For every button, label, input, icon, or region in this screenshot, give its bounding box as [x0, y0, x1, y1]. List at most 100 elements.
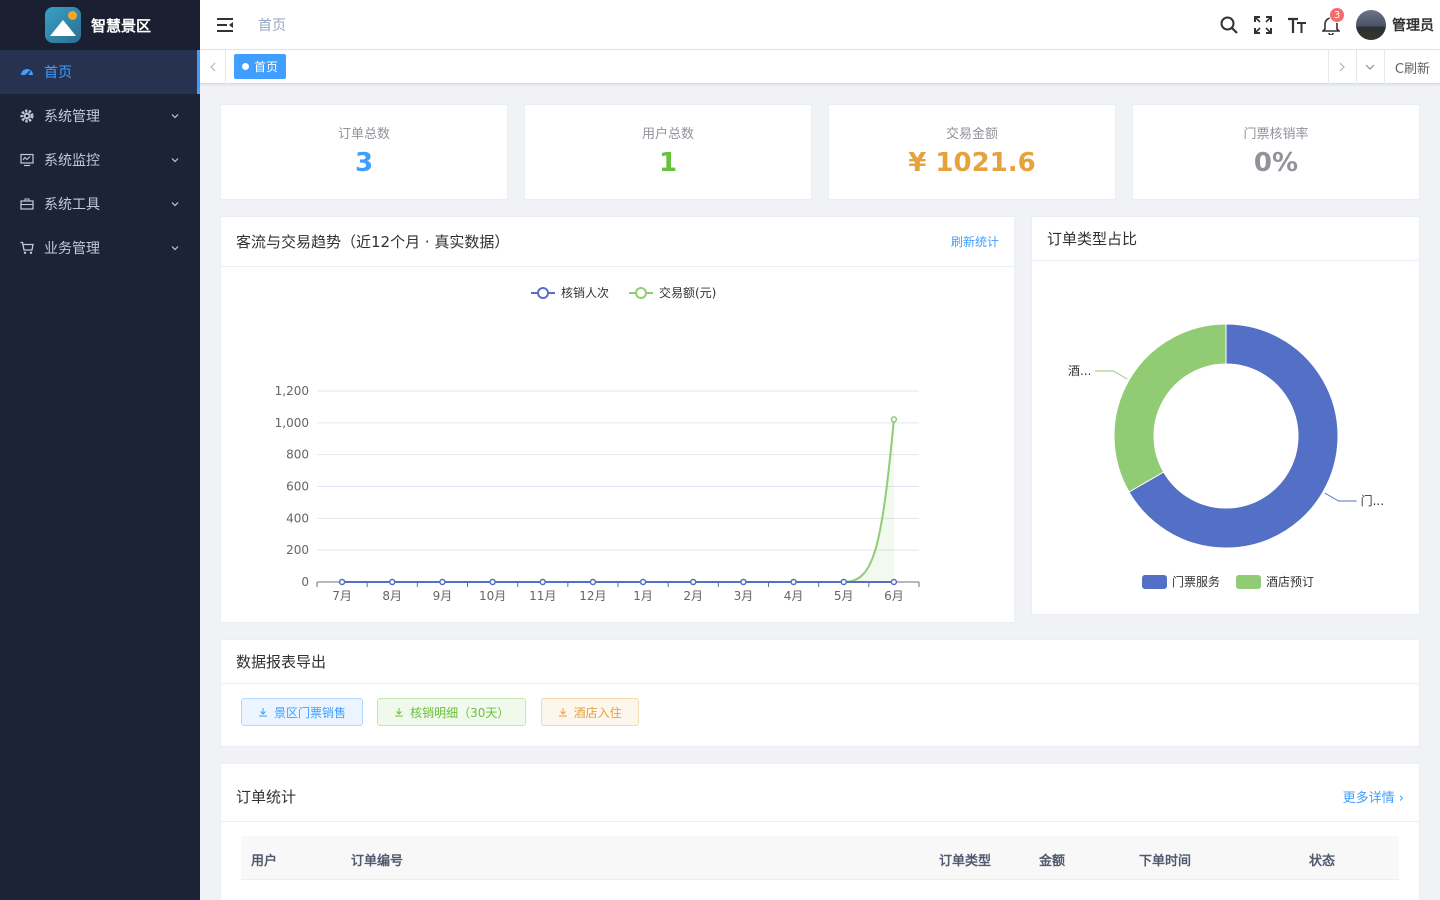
x-tick-label: 8月 — [382, 589, 402, 603]
x-tick-label: 10月 — [479, 589, 506, 603]
sidebar-item-label: 系统监控 — [44, 153, 100, 169]
x-tick-label: 2月 — [683, 589, 703, 603]
data-point — [489, 578, 496, 586]
series-area — [342, 419, 894, 582]
app-logo[interactable]: 智慧景区 — [0, 0, 200, 50]
chevron-down-icon — [170, 109, 180, 125]
x-tick-label: 4月 — [784, 589, 804, 603]
export-ticket-sales-button[interactable]: 景区门票销售 — [241, 698, 364, 726]
data-point — [539, 578, 546, 586]
menu-fold-icon — [217, 17, 233, 32]
y-tick-label: 1,200 — [275, 384, 309, 398]
card-title: 订单统计 — [236, 788, 297, 806]
stat-card-users: 用户总数 1 — [524, 104, 812, 200]
export-hotel-checkin-button[interactable]: 酒店入住 — [540, 698, 639, 726]
sidebar-item-business[interactable]: 业务管理 — [0, 226, 200, 270]
sidebar-item-label: 首页 — [44, 65, 72, 81]
y-tick-label: 1,000 — [275, 416, 309, 430]
font-size-button[interactable] — [1280, 0, 1314, 50]
tag-label: 首页 — [254, 60, 279, 74]
tags-dropdown-button[interactable] — [1355, 50, 1384, 84]
chevron-right-icon — [1339, 62, 1346, 72]
data-point — [338, 578, 346, 586]
legend-label: 核销人次 — [561, 286, 609, 300]
tag-active-dot — [242, 63, 249, 70]
data-point — [639, 578, 647, 586]
column-header-order-type[interactable]: 订单类型 — [939, 850, 991, 869]
right-menu: 3 管理员 — [1212, 0, 1440, 50]
pie-label: 门... — [1361, 493, 1384, 508]
column-header-amount[interactable]: 金额 — [1039, 850, 1065, 869]
column-header-order-time[interactable]: 下单时间 — [1139, 850, 1191, 869]
legend-label: 酒店预订 — [1266, 575, 1314, 589]
export-buttons: 景区门票销售 核销明细（30天） 酒店入住 — [221, 684, 1419, 740]
export-redeem-detail-button[interactable]: 核销明细（30天） — [377, 698, 527, 726]
fullscreen-button[interactable] — [1246, 0, 1280, 50]
monitor-icon — [20, 153, 34, 167]
sidebar: 智慧景区 首页 系统管理 系统监控 系统工具 业务管理 — [0, 0, 200, 900]
username: 管理员 — [1392, 18, 1434, 34]
column-header-user[interactable]: 用户 — [251, 850, 277, 869]
download-icon — [259, 708, 267, 717]
column-header-status[interactable]: 状态 — [1309, 850, 1335, 869]
tags-scroll-left-button[interactable] — [200, 50, 226, 84]
card-title: 客流与交易趋势（近12个月 · 真实数据） — [236, 233, 510, 251]
refresh-button[interactable]: C刷新 — [1383, 50, 1440, 84]
sidebar-item-system[interactable]: 系统管理 — [0, 94, 200, 138]
fullscreen-icon — [1254, 16, 1272, 34]
user-dropdown[interactable]: 管理员 — [1356, 10, 1434, 40]
chevron-down-icon — [1365, 64, 1375, 70]
button-label: 核销明细（30天） — [410, 705, 510, 720]
toolbox-icon — [20, 197, 34, 211]
export-card: 数据报表导出 景区门票销售 核销明细（30天） 酒店入住 — [220, 639, 1420, 747]
data-point — [589, 578, 597, 586]
stat-label: 门票核销率 — [1243, 127, 1309, 142]
line-chart: 核销人次 交易额(元) 0 200 400 600 800 1,000 1,200 7月 8月 9月 1… — [275, 285, 920, 603]
x-tick-label: 12月 — [579, 589, 606, 603]
legend-item: 交易额(元) — [629, 285, 716, 300]
y-tick-label: 0 — [301, 575, 309, 589]
pie-label: 酒... — [1068, 364, 1091, 378]
pie-chart-card: 订单类型占比 门... 酒... 门票服务 酒店预订 — [1031, 216, 1420, 615]
sidebar-item-label: 系统管理 — [44, 109, 100, 125]
more-details-link[interactable]: 更多详情 › — [1343, 787, 1404, 806]
legend-label: 交易额(元) — [659, 285, 716, 300]
x-tick-label: 5月 — [834, 589, 854, 603]
sidebar-item-monitor[interactable]: 系统监控 — [0, 138, 200, 182]
data-point — [790, 578, 797, 586]
column-header-order-no[interactable]: 订单编号 — [351, 850, 403, 869]
data-point — [389, 578, 396, 586]
y-tick-label: 800 — [286, 448, 309, 462]
orders-card: 订单统计 更多详情 › 用户 订单编号 订单类型 金额 下单时间 状态 — [220, 763, 1420, 900]
font-size-icon — [1288, 17, 1306, 33]
pie-label-line — [1324, 492, 1357, 502]
x-tick-label: 6月 — [884, 589, 904, 603]
sidebar-item-home[interactable]: 首页 — [0, 50, 200, 94]
search-button[interactable] — [1212, 0, 1246, 50]
tag-home[interactable]: 首页 — [234, 54, 287, 79]
card-header: 客流与交易趋势（近12个月 · 真实数据） 刷新统计 — [221, 217, 1014, 267]
chevron-left-icon — [209, 62, 215, 72]
orders-table-header: 用户 订单编号 订单类型 金额 下单时间 状态 — [241, 836, 1399, 880]
x-tick-label: 7月 — [332, 589, 352, 603]
data-point — [690, 578, 697, 586]
stat-value: 3 — [354, 148, 374, 178]
legend-item: 酒店预订 — [1236, 575, 1314, 589]
hamburger-button[interactable] — [200, 0, 250, 50]
sidebar-item-tools[interactable]: 系统工具 — [0, 182, 200, 226]
tags-scroll-right-button[interactable] — [1327, 50, 1356, 84]
refresh-stats-link[interactable]: 刷新统计 — [951, 233, 999, 250]
top-navbar: 首页 3 管理员 — [200, 0, 1440, 50]
notification-button[interactable]: 3 — [1314, 0, 1348, 50]
legend-marker — [537, 287, 549, 299]
y-tick-label: 600 — [286, 480, 309, 494]
x-tick-label: 11月 — [529, 589, 556, 603]
card-header: 订单类型占比 — [1032, 217, 1419, 261]
card-header: 数据报表导出 — [221, 640, 1419, 684]
card-header: 订单统计 更多详情 › — [221, 764, 1419, 822]
y-tick-label: 400 — [286, 511, 309, 525]
stat-card-redeem-rate: 门票核销率 0% — [1132, 104, 1420, 200]
download-icon — [395, 708, 404, 717]
data-point — [439, 578, 446, 586]
pie-slice — [1113, 323, 1227, 493]
